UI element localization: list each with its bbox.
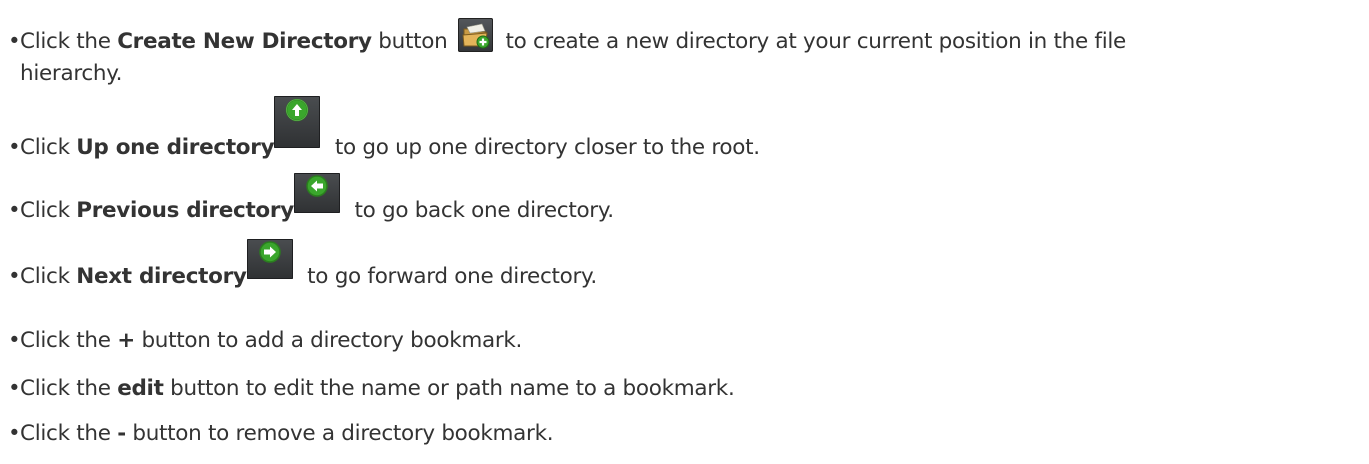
bullet: • [8,264,21,289]
list-item-edit-bookmark: •Click the edit button to edit the name … [8,374,1360,404]
item-text-post: button to remove a directory bookmark. [125,421,554,446]
item-text-pre: Click the [20,376,118,401]
edit-button-label: edit [117,376,164,401]
arrow-left-icon [293,173,340,213]
create-folder-icon [457,18,493,52]
item-text-pre: Click [20,264,77,289]
next-directory-label: Next directory [76,264,247,289]
arrow-up-icon [274,96,321,148]
item-text-pre: Click [20,135,77,160]
previous-directory-label: Previous directory [76,198,294,223]
up-one-directory-label: Up one directory [76,135,275,160]
item-text-pre: Click the [20,29,118,54]
list-item-create-directory: •Click the Create New Directory button t… [8,14,1360,90]
item-text-post: button to add a directory bookmark. [134,328,523,353]
item-text-continuation: hierarchy. [20,61,123,86]
item-text-post: button to edit the name or path name to … [163,376,735,401]
list-item-remove-bookmark: •Click the - button to remove a director… [8,419,1360,449]
minus-button-label: - [117,421,126,446]
bullet: • [8,421,21,446]
arrow-right-icon [246,239,293,279]
list-item-next-directory: •Click Next directory to go forward one … [8,239,1360,289]
list-item-up-directory: •Click Up one directory to go up one dir… [8,96,1360,160]
bullet: • [8,29,21,54]
item-text-post-2: to create a new directory at your curren… [498,29,1126,54]
bullet: • [8,376,21,401]
plus-button-label: + [117,328,135,353]
item-text-post: to go back one directory. [347,198,614,223]
list-item-add-bookmark: •Click the + button to add a directory b… [8,326,1360,356]
item-text-pre: Click the [20,328,118,353]
create-new-directory-label: Create New Directory [117,29,372,54]
item-text-post: to go up one directory closer to the roo… [328,135,760,160]
list-item-previous-directory: •Click Previous directory to go back one… [8,173,1360,223]
help-document: •Click the Create New Directory button t… [0,0,1369,464]
item-text-pre: Click the [20,421,118,446]
item-text-post: button [371,29,454,54]
item-text-pre: Click [20,198,77,223]
bullet: • [8,328,21,353]
bullet: • [8,198,21,223]
bullet: • [8,135,21,160]
item-text-post: to go forward one directory. [300,264,597,289]
